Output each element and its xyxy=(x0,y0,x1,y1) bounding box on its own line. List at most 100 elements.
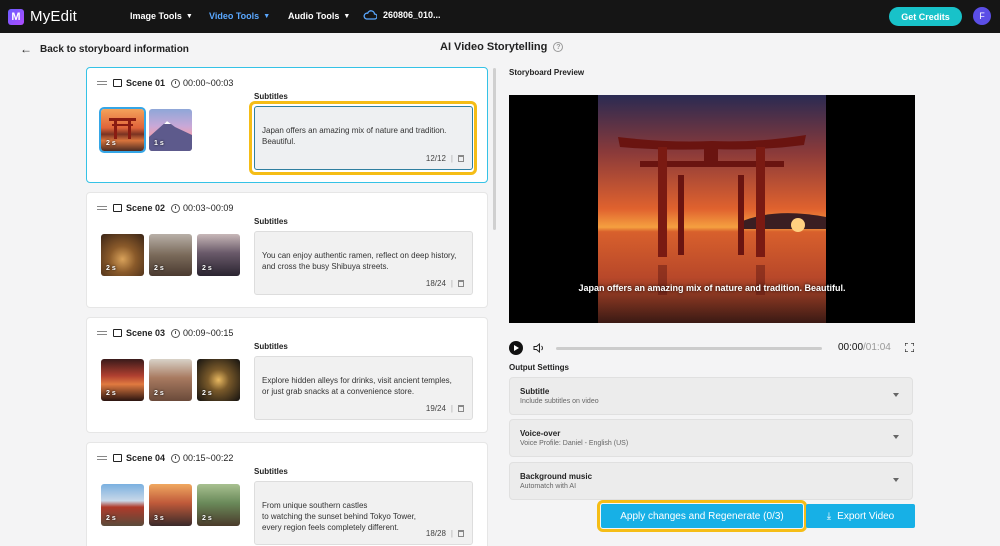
page-title: AI Video Storytelling ? xyxy=(440,41,564,53)
char-counter: 18/24 | xyxy=(426,278,464,289)
drag-handle-icon[interactable] xyxy=(97,81,107,85)
subtitles-label: Subtitles xyxy=(254,467,288,476)
scene-thumbnail[interactable]: 3 s xyxy=(149,484,192,526)
thumbnail-duration: 2 s xyxy=(202,265,212,272)
subtitle-text: You can enjoy authentic ramen, reflect o… xyxy=(262,251,457,271)
scene-list-scrollbar[interactable] xyxy=(493,68,496,230)
storyboard-preview-label: Storyboard Preview xyxy=(509,68,585,77)
time-total: /01:04 xyxy=(863,342,891,353)
user-avatar[interactable]: F xyxy=(973,7,991,25)
char-counter: 12/12 | xyxy=(426,153,464,164)
scene-thumbnail[interactable]: 2 s xyxy=(197,484,240,526)
scene-thumbnail[interactable]: 1 s xyxy=(149,109,192,151)
char-counter: 19/24 | xyxy=(426,403,464,414)
subtitle-text: Explore hidden alleys for drinks, visit … xyxy=(262,376,452,396)
nav-audio-tools[interactable]: Audio Tools ▼ xyxy=(288,11,350,21)
char-count: 18/28 xyxy=(425,529,446,538)
subtitles-label: Subtitles xyxy=(254,217,288,226)
setting-description: Automatch with AI xyxy=(520,483,577,490)
scene-thumbnails: 2 s 1 s xyxy=(99,107,192,153)
voice-over-setting-dropdown[interactable]: Voice-over Voice Profile: Daniel - Engli… xyxy=(509,419,913,457)
top-navigation-bar: M MyEdit Image Tools ▼ Video Tools ▼ Audio… xyxy=(0,0,1000,33)
nav-image-tools[interactable]: Image Tools ▼ xyxy=(130,11,193,21)
back-to-storyboard-link[interactable]: ← Back to storyboard information xyxy=(20,42,189,56)
play-icon[interactable] xyxy=(509,341,523,355)
char-count: 19/24 xyxy=(425,404,446,413)
nav-image-tools-label: Image Tools xyxy=(130,11,182,21)
video-preview[interactable]: Japan offers an amazing mix of nature an… xyxy=(509,95,915,323)
clock-icon xyxy=(171,78,181,88)
trash-icon[interactable] xyxy=(458,155,464,162)
subtitle-textarea[interactable]: Explore hidden alleys for drinks, visit … xyxy=(254,356,473,420)
thumbnail-duration: 2 s xyxy=(202,390,212,397)
scene-thumbnails: 2 s 3 s 2 s xyxy=(101,484,240,526)
trash-icon[interactable] xyxy=(458,530,464,537)
subtitles-label: Subtitles xyxy=(254,92,288,101)
playback-time: 00:00/01:04 xyxy=(838,342,891,353)
setting-description: Include subtitles on video xyxy=(520,398,599,405)
scene-name: Scene 03 xyxy=(126,328,166,338)
thumbnail-duration: 2 s xyxy=(154,390,164,397)
volume-icon[interactable] xyxy=(533,343,545,353)
film-icon xyxy=(113,204,122,212)
subtitles-label: Subtitles xyxy=(254,342,288,351)
subtitle-textarea[interactable]: From unique southern castles to watching… xyxy=(254,481,473,545)
drag-handle-icon[interactable] xyxy=(97,331,107,335)
thumbnail-duration: 2 s xyxy=(154,265,164,272)
scene-card[interactable]: Scene 01 00:00~00:03 2 s 1 s Subtitles J… xyxy=(86,67,488,183)
film-icon xyxy=(113,329,122,337)
help-icon[interactable]: ? xyxy=(553,42,564,52)
char-count: 18/24 xyxy=(425,279,446,288)
scene-thumbnail[interactable]: 2 s xyxy=(101,234,144,276)
background-music-setting-dropdown[interactable]: Background music Automatch with AI xyxy=(509,462,913,500)
subtitle-text: From unique southern castles to watching… xyxy=(262,501,417,532)
nav-video-tools[interactable]: Video Tools ▼ xyxy=(209,11,270,21)
subtitle-text: Japan offers an amazing mix of nature an… xyxy=(262,126,447,146)
clock-icon xyxy=(171,328,181,338)
scene-list[interactable]: Scene 01 00:00~00:03 2 s 1 s Subtitles J… xyxy=(86,67,488,546)
setting-title: Subtitle xyxy=(520,387,550,396)
char-count: 12/12 xyxy=(425,154,446,163)
subtitle-textarea[interactable]: You can enjoy authentic ramen, reflect o… xyxy=(254,231,473,295)
fullscreen-icon[interactable] xyxy=(905,343,914,352)
scene-thumbnail[interactable]: 2 s xyxy=(197,359,240,401)
subtitle-textarea[interactable]: Japan offers an amazing mix of nature an… xyxy=(254,106,473,170)
scene-time: 00:00~00:03 xyxy=(183,78,234,88)
export-video-button[interactable]: ⤓ Export Video xyxy=(806,504,915,528)
cloud-file-button[interactable]: 260806_010... xyxy=(363,10,441,20)
chevron-down-icon: ▼ xyxy=(185,12,193,20)
cloud-file-name: 260806_010... xyxy=(383,10,441,20)
arrow-left-icon: ← xyxy=(20,42,32,56)
thumbnail-duration: 1 s xyxy=(154,140,164,147)
scene-time: 00:09~00:15 xyxy=(183,328,234,338)
scene-thumbnail[interactable]: 2 s xyxy=(99,107,146,153)
chevron-down-icon: ▼ xyxy=(343,12,351,20)
player-controls: 00:00/01:04 xyxy=(509,340,915,356)
app-logo[interactable]: M MyEdit xyxy=(8,8,77,25)
subtitle-setting-dropdown[interactable]: Subtitle Include subtitles on video xyxy=(509,377,913,415)
get-credits-button[interactable]: Get Credits xyxy=(889,7,962,26)
scene-name: Scene 02 xyxy=(126,203,166,213)
trash-icon[interactable] xyxy=(458,405,464,412)
drag-handle-icon[interactable] xyxy=(97,206,107,210)
trash-icon[interactable] xyxy=(458,280,464,287)
scene-name: Scene 04 xyxy=(126,453,166,463)
scene-thumbnail[interactable]: 2 s xyxy=(197,234,240,276)
scene-card[interactable]: Scene 03 00:09~00:15 2 s 2 s 2 s Subtitl… xyxy=(86,317,488,433)
scene-time: 00:15~00:22 xyxy=(183,453,234,463)
chevron-down-icon: ▼ xyxy=(263,12,271,20)
scene-thumbnail[interactable]: 2 s xyxy=(101,484,144,526)
film-icon xyxy=(113,454,122,462)
playback-progress-bar[interactable] xyxy=(556,347,822,350)
drag-handle-icon[interactable] xyxy=(97,456,107,460)
scene-time: 00:03~00:09 xyxy=(183,203,234,213)
download-icon: ⤓ xyxy=(826,510,832,522)
scene-thumbnail[interactable]: 2 s xyxy=(149,234,192,276)
scene-thumbnail[interactable]: 2 s xyxy=(149,359,192,401)
video-subtitle-caption: Japan offers an amazing mix of nature an… xyxy=(578,283,846,293)
back-label: Back to storyboard information xyxy=(40,43,189,55)
scene-card[interactable]: Scene 02 00:03~00:09 2 s 2 s 2 s Subtitl… xyxy=(86,192,488,308)
apply-regenerate-button[interactable]: Apply changes and Regenerate (0/3) xyxy=(601,504,803,528)
scene-thumbnail[interactable]: 2 s xyxy=(101,359,144,401)
scene-card[interactable]: Scene 04 00:15~00:22 2 s 3 s 2 s Subtitl… xyxy=(86,442,488,546)
